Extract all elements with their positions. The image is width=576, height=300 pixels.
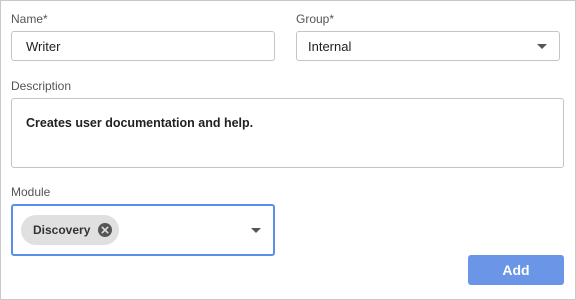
role-form: Name* Writer Group* Internal Description… <box>0 0 576 300</box>
module-label: Module <box>11 185 51 199</box>
group-value: Internal <box>308 39 352 54</box>
chevron-down-icon[interactable] <box>251 228 261 233</box>
add-button[interactable]: Add <box>468 255 564 285</box>
description-label: Description <box>11 79 72 93</box>
chevron-down-icon <box>537 44 547 49</box>
name-label: Name* <box>11 12 48 26</box>
name-value: Writer <box>26 39 61 54</box>
chip-label: Discovery <box>33 223 91 237</box>
description-field[interactable]: Creates user documentation and help. <box>11 98 564 168</box>
module-chip: Discovery <box>21 215 119 245</box>
close-circle-icon[interactable] <box>97 222 113 238</box>
name-field[interactable]: Writer <box>11 31 275 61</box>
module-multiselect[interactable]: Discovery <box>11 204 275 256</box>
description-value: Creates user documentation and help. <box>26 116 254 130</box>
group-label: Group* <box>296 12 335 26</box>
group-select[interactable]: Internal <box>296 31 560 61</box>
